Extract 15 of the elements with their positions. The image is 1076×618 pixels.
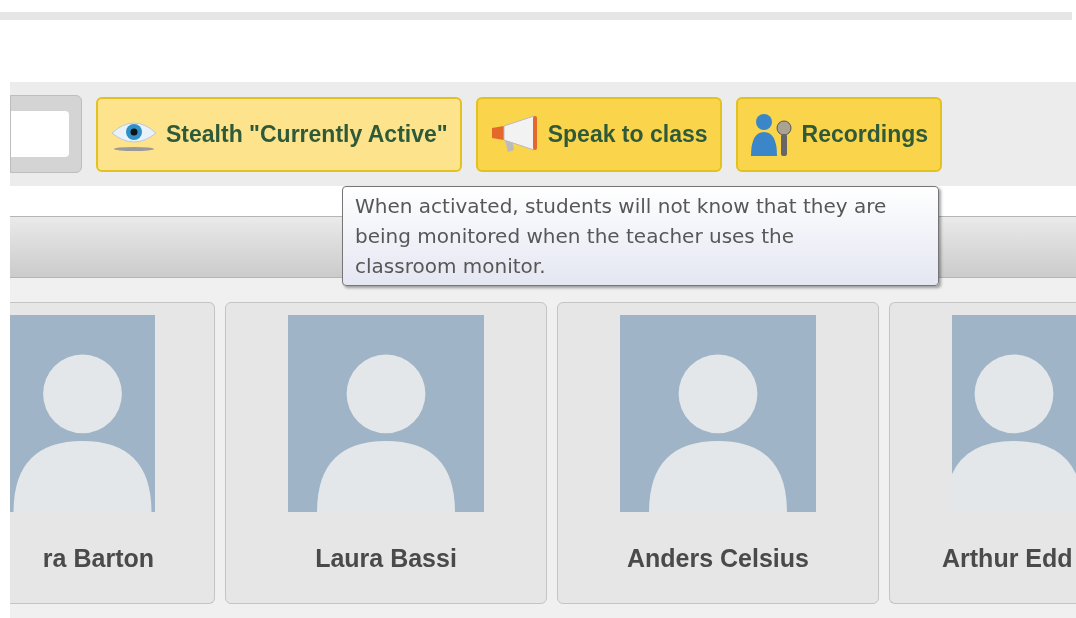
student-name: Anders Celsius — [627, 543, 809, 574]
student-name: Laura Bassi — [315, 543, 457, 574]
megaphone-icon — [489, 114, 540, 154]
student-name: ra Barton — [42, 543, 154, 574]
toolbar-button[interactable]: Recordings — [735, 96, 943, 172]
toolbar-button[interactable]: Speak to class — [475, 96, 722, 172]
student-card[interactable]: ra Barton — [10, 302, 215, 604]
toolbar-button[interactable]: Stealth "Currently Active" — [96, 96, 462, 172]
student-card[interactable]: Anders Celsius — [557, 302, 879, 604]
student-card[interactable]: Laura Bassi — [225, 302, 547, 604]
search-field[interactable] — [10, 95, 82, 173]
person-microphone-icon — [749, 112, 794, 156]
student-card[interactable]: Arthur Edd — [889, 302, 1076, 604]
student-name: Arthur Edd — [942, 543, 1073, 574]
tooltip: When activated, students will not know that they are being monitored when the teacher uses the classroom monitor. — [342, 186, 939, 286]
